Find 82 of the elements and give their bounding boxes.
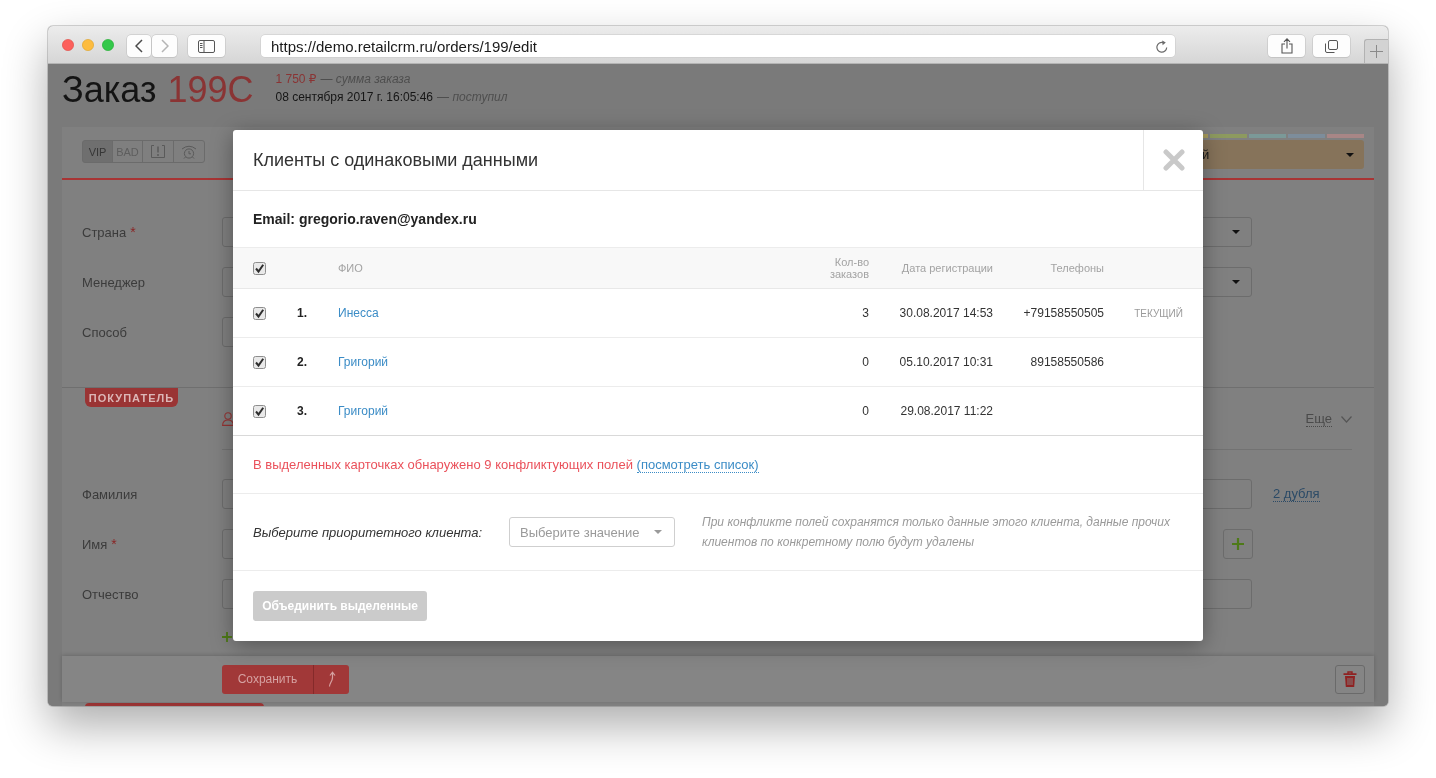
registration-date: 05.10.2017 10:31 xyxy=(899,355,993,369)
up-arrow-icon xyxy=(326,671,337,687)
conflict-warning: В выделенных карточках обнаружено 9 конфликтующих полей (посмотреть список) xyxy=(253,457,759,472)
duplicates-link[interactable]: 2 дубля xyxy=(1273,486,1320,502)
registration-date: 30.08.2017 14:53 xyxy=(899,306,993,320)
status-color-bar[interactable] xyxy=(1327,134,1364,138)
alarm-clock-icon xyxy=(181,144,197,159)
close-icon xyxy=(1162,149,1185,171)
row-number: 2. xyxy=(297,355,307,369)
add-button[interactable] xyxy=(1223,529,1253,559)
alert-icon xyxy=(151,145,165,158)
order-number: 199C xyxy=(167,70,254,112)
tag-toggle[interactable] xyxy=(142,140,174,163)
address-bar[interactable]: https://demo.retailcrm.ru/orders/199/edit xyxy=(261,35,1175,57)
save-options-button[interactable] xyxy=(313,664,349,694)
reload-icon[interactable] xyxy=(1156,39,1168,53)
chevron-down-icon xyxy=(1341,415,1352,423)
close-window-icon[interactable] xyxy=(62,39,74,51)
back-button[interactable] xyxy=(127,35,151,57)
save-button[interactable]: Сохранить xyxy=(222,664,313,694)
order-count: 0 xyxy=(862,404,869,418)
column-header: ФИО xyxy=(338,262,363,274)
new-tab-button[interactable] xyxy=(1364,39,1388,63)
section-title: ПОКУПАТЕЛЬ xyxy=(85,388,178,407)
dialog-title: Клиенты с одинаковыми данными xyxy=(253,149,539,171)
tabs-icon xyxy=(1325,39,1338,53)
column-header: Кол-во заказов xyxy=(828,256,869,280)
checkbox[interactable] xyxy=(253,404,266,418)
tabs-button[interactable] xyxy=(1313,35,1350,57)
caret-icon xyxy=(1346,152,1354,157)
phone-number: +79158550505 xyxy=(1023,306,1104,320)
trash-icon xyxy=(1343,671,1357,687)
share-icon xyxy=(1280,38,1293,54)
current-client-label: ТЕКУЩИЙ xyxy=(1134,307,1183,319)
duplicate-email: Email: gregorio.raven@yandex.ru xyxy=(253,211,477,227)
sidebar-icon xyxy=(198,39,215,53)
delete-button[interactable] xyxy=(1335,664,1365,694)
order-count: 0 xyxy=(862,355,869,369)
caret-icon xyxy=(654,530,662,534)
field-label: Фамилия xyxy=(82,486,138,502)
field-label: Страна xyxy=(82,224,127,240)
plus-icon xyxy=(222,632,232,642)
field-label: Способ xyxy=(82,324,127,340)
plus-icon xyxy=(1370,45,1383,58)
chevron-right-icon xyxy=(160,39,169,53)
minimize-window-icon[interactable] xyxy=(82,39,94,51)
row-number: 1. xyxy=(297,306,307,320)
field-label: Имя xyxy=(82,536,108,552)
tag-toggle[interactable] xyxy=(173,140,205,163)
order-date: 08 сентября 2017 г. 16:05:46 xyxy=(275,90,434,104)
priority-hint: При конфликте полей сохранятся только данные этого клиента, данные прочих клиентов по конкретному полю будут удалены xyxy=(702,514,1171,551)
order-count: 3 xyxy=(862,306,869,320)
client-name-link[interactable]: Инесса xyxy=(338,306,379,320)
caret-icon xyxy=(1232,230,1240,234)
field-label: Менеджер xyxy=(82,274,146,290)
column-header: Дата регистрации xyxy=(901,262,993,274)
field-label: Отчество xyxy=(82,586,139,602)
column-header: Телефоны xyxy=(1050,262,1104,274)
client-name-link[interactable]: Григорий xyxy=(338,355,389,369)
sidebar-button[interactable] xyxy=(188,35,225,57)
registration-date: 29.08.2017 11:22 xyxy=(900,404,993,418)
view-list-link[interactable]: (посмотреть список) xyxy=(636,457,759,473)
checkbox[interactable] xyxy=(253,261,266,275)
required-mark: * xyxy=(130,224,136,240)
row-number: 3. xyxy=(297,404,307,418)
order-sum: 1 750 ₽ xyxy=(275,72,317,86)
caret-icon xyxy=(1232,280,1240,284)
phone-number: 89158550586 xyxy=(1030,355,1104,369)
order-title: Заказ xyxy=(62,70,157,112)
person-icon xyxy=(222,412,234,426)
zoom-window-icon[interactable] xyxy=(102,39,114,51)
plus-icon xyxy=(1232,538,1244,550)
priority-select[interactable]: Выберите значение xyxy=(509,517,675,547)
status-color-bar[interactable] xyxy=(1210,134,1247,138)
checkbox[interactable] xyxy=(253,355,266,369)
checkbox[interactable] xyxy=(253,306,266,320)
priority-label: Выберите приоритетного клиента: xyxy=(253,524,484,540)
chevron-left-icon xyxy=(135,39,143,53)
required-mark: * xyxy=(111,536,117,552)
tag-toggle[interactable]: VIP xyxy=(82,140,113,163)
share-button[interactable] xyxy=(1268,35,1305,57)
client-name-link[interactable]: Григорий xyxy=(338,404,389,418)
